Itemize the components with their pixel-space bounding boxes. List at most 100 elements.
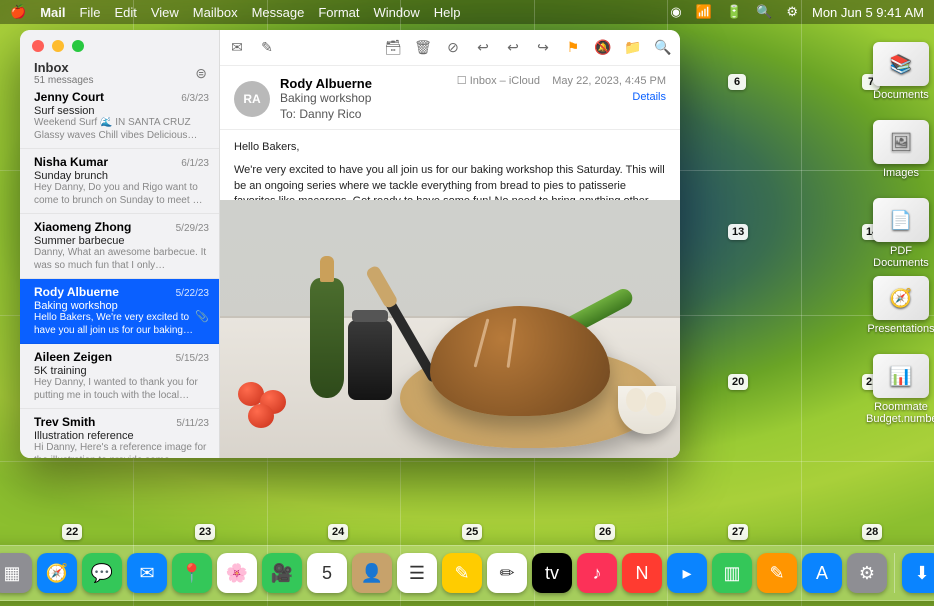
menu-edit[interactable]: Edit <box>114 5 136 20</box>
mail-sidebar: Inbox 51 messages ⊜ Jenny Court6/3/23Sur… <box>20 30 220 458</box>
menubar[interactable]: 🍎 Mail File Edit View Mailbox Message Format W… <box>0 0 934 24</box>
spotlight-icon[interactable]: 🔍 <box>756 4 772 20</box>
menu-help[interactable]: Help <box>434 5 461 20</box>
sender-avatar: RA <box>234 81 270 117</box>
row-preview: Hey Danny, I wanted to thank you for put… <box>34 377 209 402</box>
grid-cell-13: 13 <box>728 224 748 240</box>
grid-cell-24: 24 <box>328 524 348 540</box>
menu-message[interactable]: Message <box>252 5 305 20</box>
dock-photos[interactable]: 🌸 <box>217 553 257 593</box>
row-subject: Illustration reference <box>34 430 209 442</box>
menu-file[interactable]: File <box>79 5 100 20</box>
siri-icon[interactable]: ◉ <box>670 4 681 20</box>
grid-cell-20: 20 <box>728 374 748 390</box>
message-row[interactable]: Nisha Kumar6/1/23Sunday brunchHey Danny,… <box>20 149 219 214</box>
desktop-images[interactable]: 🖼Images <box>866 120 934 179</box>
dock[interactable]: 🙂▦🧭💬✉︎📍🌸🎥5👤☰✎✏︎tv♪N▸▥✎A⚙︎⬇︎🗑 <box>0 545 934 601</box>
dock-freeform[interactable]: ✏︎ <box>487 553 527 593</box>
window-controls <box>32 40 84 52</box>
grid-cell-27: 27 <box>728 524 748 540</box>
dock-appstore[interactable]: A <box>802 553 842 593</box>
menubar-app-name[interactable]: Mail <box>40 5 65 20</box>
dock-separator <box>894 553 895 593</box>
trash-button[interactable]: 🗑 <box>414 39 432 56</box>
message-row[interactable]: Trev Smith5/11/23Illustration referenceH… <box>20 409 219 458</box>
message-list[interactable]: Jenny Court6/3/23Surf sessionWeekend Sur… <box>20 84 219 458</box>
row-date: 5/15/23 <box>176 353 209 364</box>
mail-window: Inbox 51 messages ⊜ Jenny Court6/3/23Sur… <box>20 30 680 458</box>
dock-tv[interactable]: tv <box>532 553 572 593</box>
message-row[interactable]: Aileen Zeigen5/15/235K trainingHey Danny… <box>20 344 219 409</box>
dock-facetime[interactable]: 🎥 <box>262 553 302 593</box>
dock-calendar[interactable]: 5 <box>307 553 347 593</box>
attachment-icon: 📎 <box>195 310 209 323</box>
dock-notes[interactable]: ✎ <box>442 553 482 593</box>
envelope-icon[interactable]: ✉︎ <box>228 39 246 56</box>
mute-button[interactable]: 🔕 <box>594 39 612 56</box>
archive-button[interactable]: 🗃 <box>384 39 402 56</box>
control-center-icon[interactable]: ⚙︎ <box>786 4 798 20</box>
row-subject: Surf session <box>34 105 209 117</box>
message-attachment-image <box>220 200 680 458</box>
dock-messages[interactable]: 💬 <box>82 553 122 593</box>
dock-contacts[interactable]: 👤 <box>352 553 392 593</box>
dock-settings[interactable]: ⚙︎ <box>847 553 887 593</box>
desktop-icon-label: Documents <box>866 89 934 101</box>
dock-downloads[interactable]: ⬇︎ <box>902 553 934 593</box>
row-date: 6/1/23 <box>181 158 209 169</box>
menu-view[interactable]: View <box>151 5 179 20</box>
desktop-pdf-documents[interactable]: 📄PDF Documents <box>866 198 934 269</box>
message-row[interactable]: Jenny Court6/3/23Surf sessionWeekend Sur… <box>20 84 219 149</box>
grid-cell-22: 22 <box>62 524 82 540</box>
mailbox-title: Inbox <box>34 60 93 75</box>
desktop-presentations[interactable]: 🧭Presentations <box>866 276 934 335</box>
message-header: RA Rody Albuerne Baking workshop To: Dan… <box>220 66 680 130</box>
message-row[interactable]: Rody Albuerne5/22/23Baking workshopHello… <box>20 279 219 344</box>
menu-mailbox[interactable]: Mailbox <box>193 5 238 20</box>
row-preview: Danny, What an awesome barbecue. It was … <box>34 247 209 272</box>
dock-numbers[interactable]: ▥ <box>712 553 752 593</box>
dock-pages[interactable]: ✎ <box>757 553 797 593</box>
grid-cell-26: 26 <box>595 524 615 540</box>
desktop-documents[interactable]: 📚Documents <box>866 42 934 101</box>
dock-safari[interactable]: 🧭 <box>37 553 77 593</box>
zoom-button[interactable] <box>72 40 84 52</box>
desktop-icon-label: Presentations <box>866 323 934 335</box>
reply-button[interactable]: ↩︎ <box>474 39 492 56</box>
apple-menu-icon[interactable]: 🍎 <box>10 4 26 20</box>
row-date: 5/11/23 <box>176 418 209 429</box>
grid-cell-23: 23 <box>195 524 215 540</box>
compose-button[interactable]: ✎ <box>258 39 276 56</box>
message-row[interactable]: Xiaomeng Zhong5/29/23Summer barbecueDann… <box>20 214 219 279</box>
filter-icon[interactable]: ⊜ <box>195 65 207 82</box>
dock-music[interactable]: ♪ <box>577 553 617 593</box>
menubar-clock[interactable]: Mon Jun 5 9:41 AM <box>812 5 924 20</box>
details-link[interactable]: Details <box>457 91 666 103</box>
move-button[interactable]: 📁 <box>624 39 642 56</box>
minimize-button[interactable] <box>52 40 64 52</box>
reply-all-button[interactable]: ↩︎ <box>504 39 522 56</box>
dock-news[interactable]: N <box>622 553 662 593</box>
dock-reminders[interactable]: ☰ <box>397 553 437 593</box>
battery-icon[interactable]: 🔋 <box>726 4 742 20</box>
forward-button[interactable]: ↪︎ <box>534 39 552 56</box>
junk-button[interactable]: ⊘ <box>444 39 462 56</box>
flag-button[interactable]: ⚑ <box>564 39 582 56</box>
dock-launchpad[interactable]: ▦ <box>0 553 32 593</box>
row-sender: Trev Smith <box>34 415 95 429</box>
search-button[interactable]: 🔍 <box>654 39 672 56</box>
mailbox-badge-icon: ☐ <box>457 75 470 87</box>
menu-format[interactable]: Format <box>318 5 359 20</box>
desktop-roommate-budget-numbers[interactable]: 📊Roommate Budget.numbers <box>866 354 934 425</box>
dock-mail[interactable]: ✉︎ <box>127 553 167 593</box>
folder-icon: 🖼 <box>873 120 929 164</box>
row-sender: Nisha Kumar <box>34 155 108 169</box>
dock-keynote[interactable]: ▸ <box>667 553 707 593</box>
grid-cell-28: 28 <box>862 524 882 540</box>
dock-maps[interactable]: 📍 <box>172 553 212 593</box>
close-button[interactable] <box>32 40 44 52</box>
to-label: To: <box>280 107 296 121</box>
folder-icon: 📊 <box>873 354 929 398</box>
menu-window[interactable]: Window <box>374 5 420 20</box>
wifi-icon[interactable]: 📶 <box>696 4 712 20</box>
